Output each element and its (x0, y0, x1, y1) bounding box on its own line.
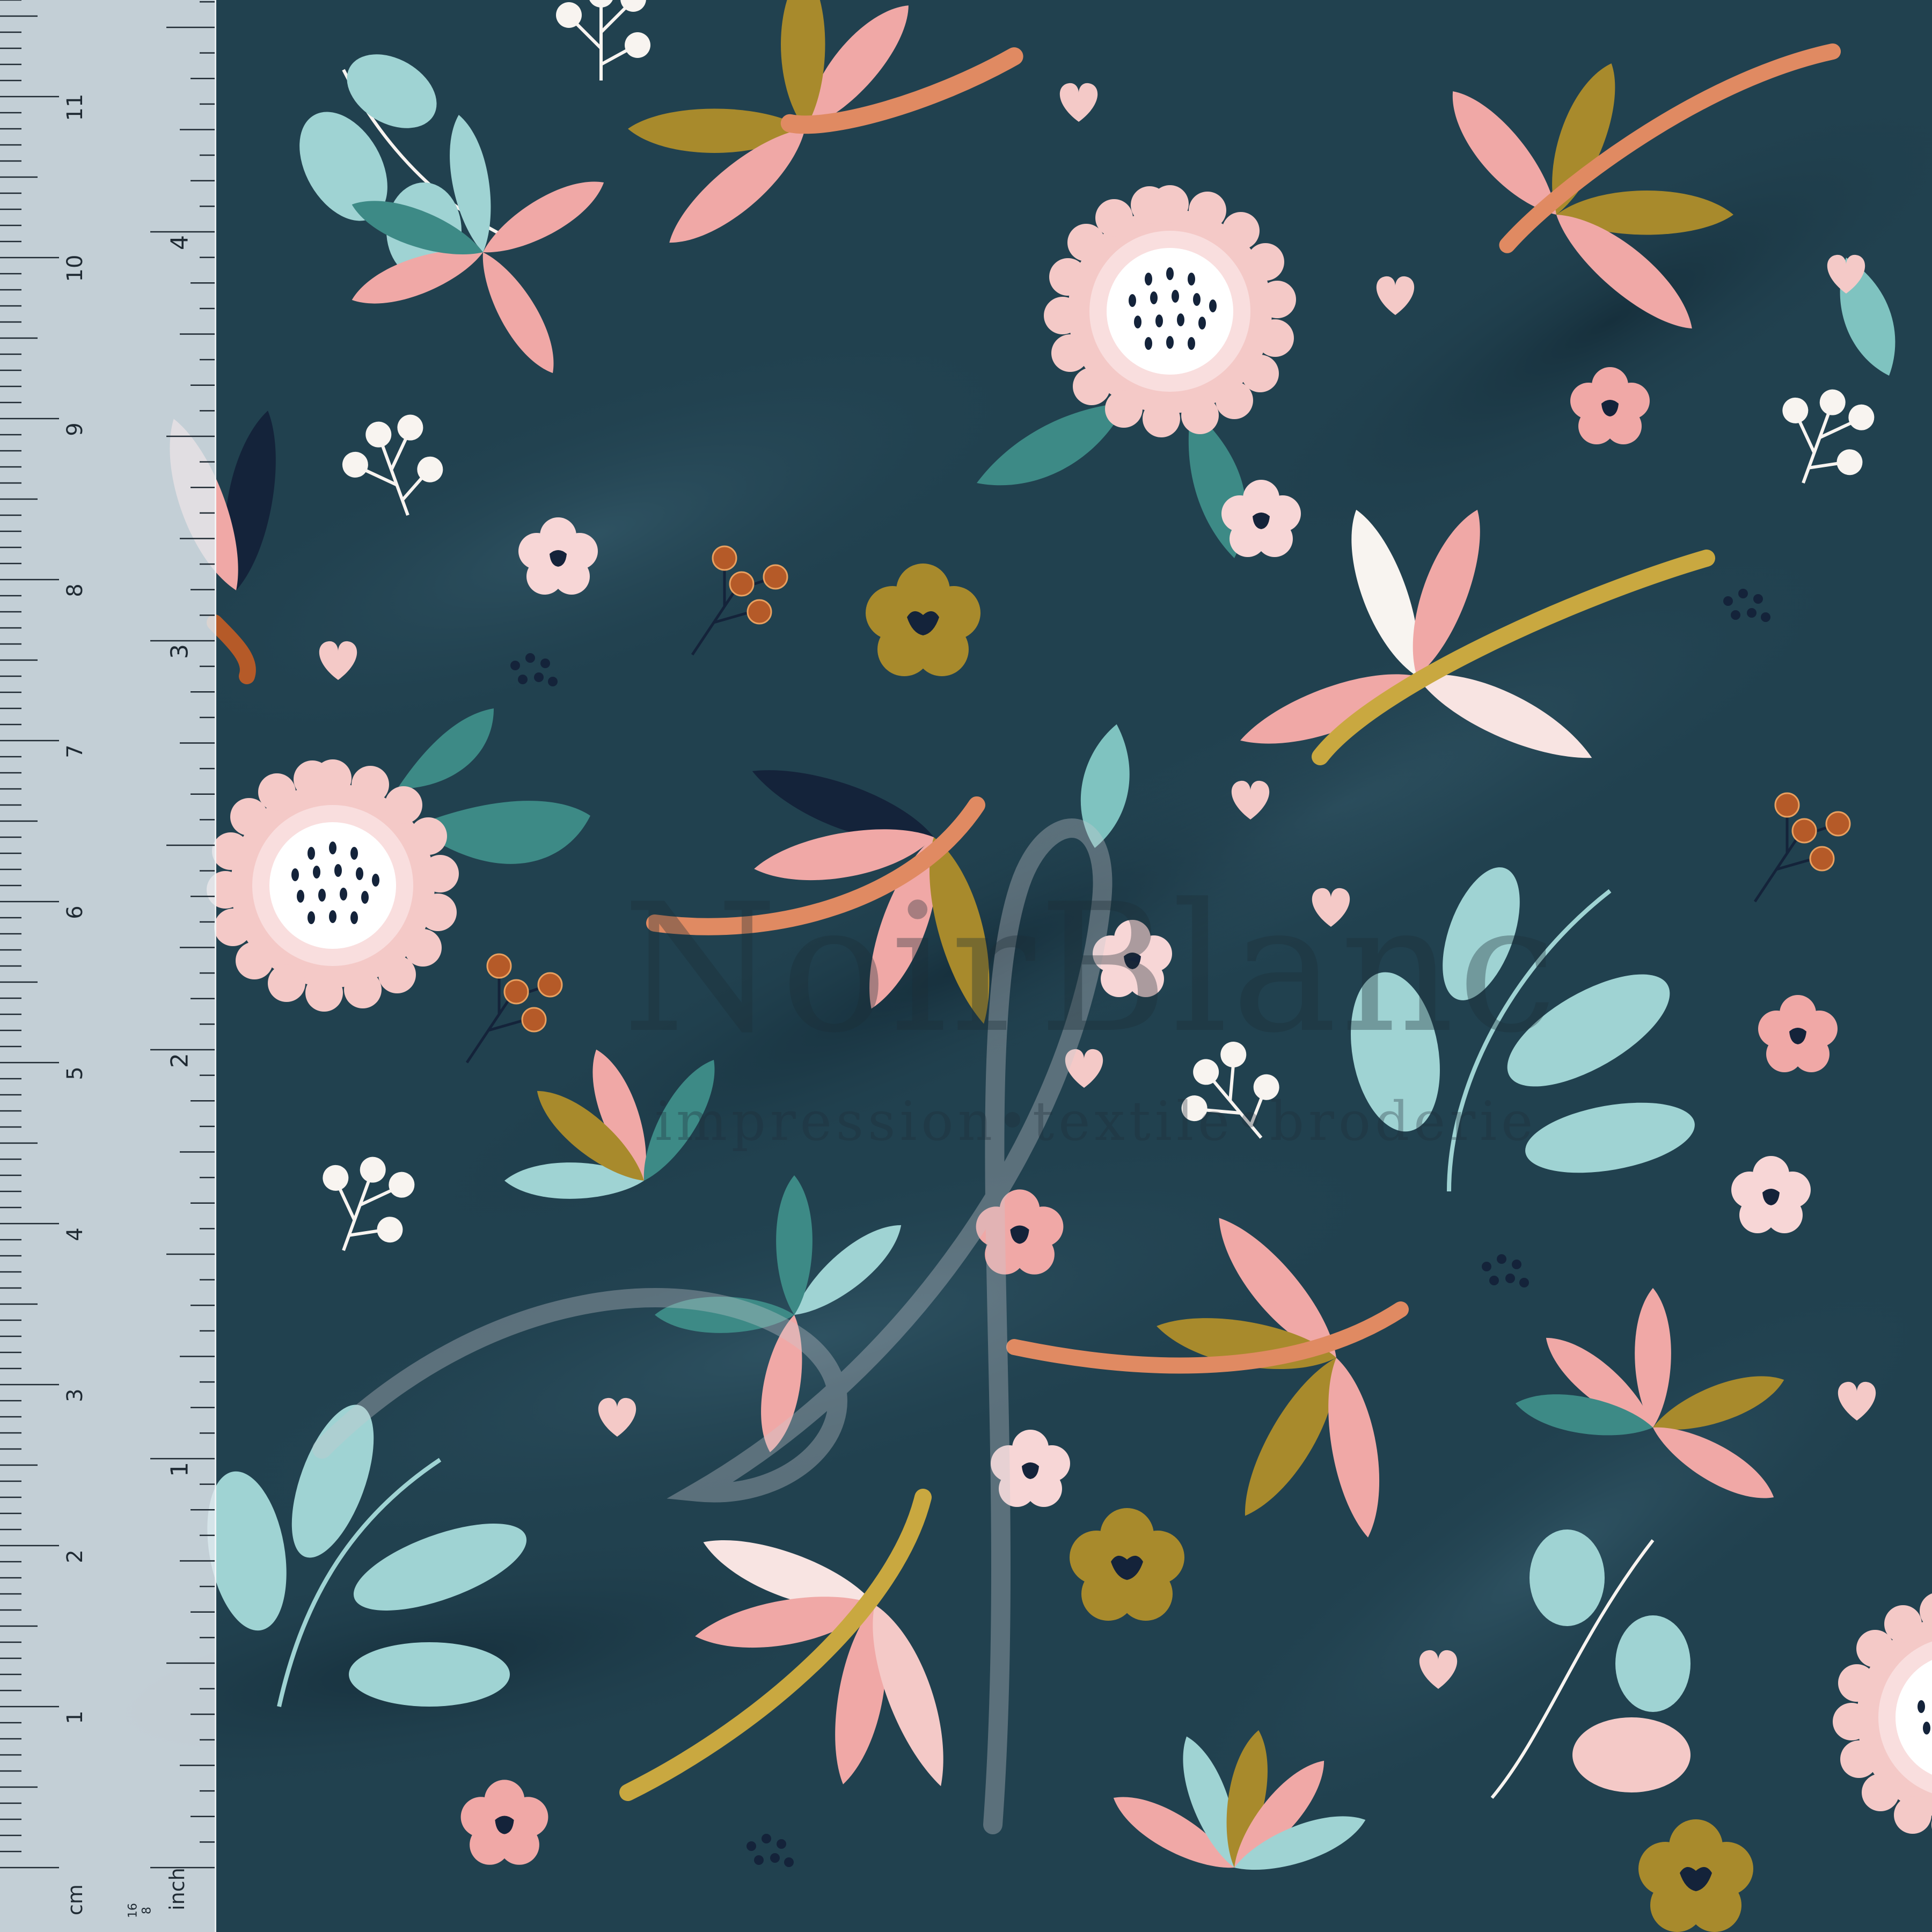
inch-unit-label: inch (165, 1868, 189, 1911)
fabric-print (0, 0, 1932, 1932)
inch-label: 3 (166, 644, 194, 659)
cm-label: 7 (63, 744, 87, 758)
cm-unit-label: cm (63, 1884, 87, 1915)
cm-label: 11 (63, 93, 87, 121)
cm-label: 9 (63, 422, 87, 436)
ruler-ticks (0, 0, 215, 1869)
cm-label: 6 (63, 905, 87, 919)
fraction-label: 8 (140, 1907, 154, 1914)
cm-label: 3 (63, 1388, 87, 1402)
cm-label: 10 (63, 254, 87, 282)
inch-label: 2 (166, 1053, 194, 1068)
cm-label: 5 (63, 1066, 87, 1080)
cm-label: 4 (63, 1227, 87, 1241)
measuring-ruler: 1234567891011121314151617181920212223242… (0, 0, 216, 1932)
cm-label: 1 (63, 1710, 87, 1724)
inch-label: 1 (166, 1462, 194, 1477)
cm-label: 2 (63, 1549, 87, 1563)
inch-label: 4 (166, 235, 194, 250)
cm-label: 8 (63, 583, 87, 597)
fraction-label: 16 (126, 1903, 140, 1918)
